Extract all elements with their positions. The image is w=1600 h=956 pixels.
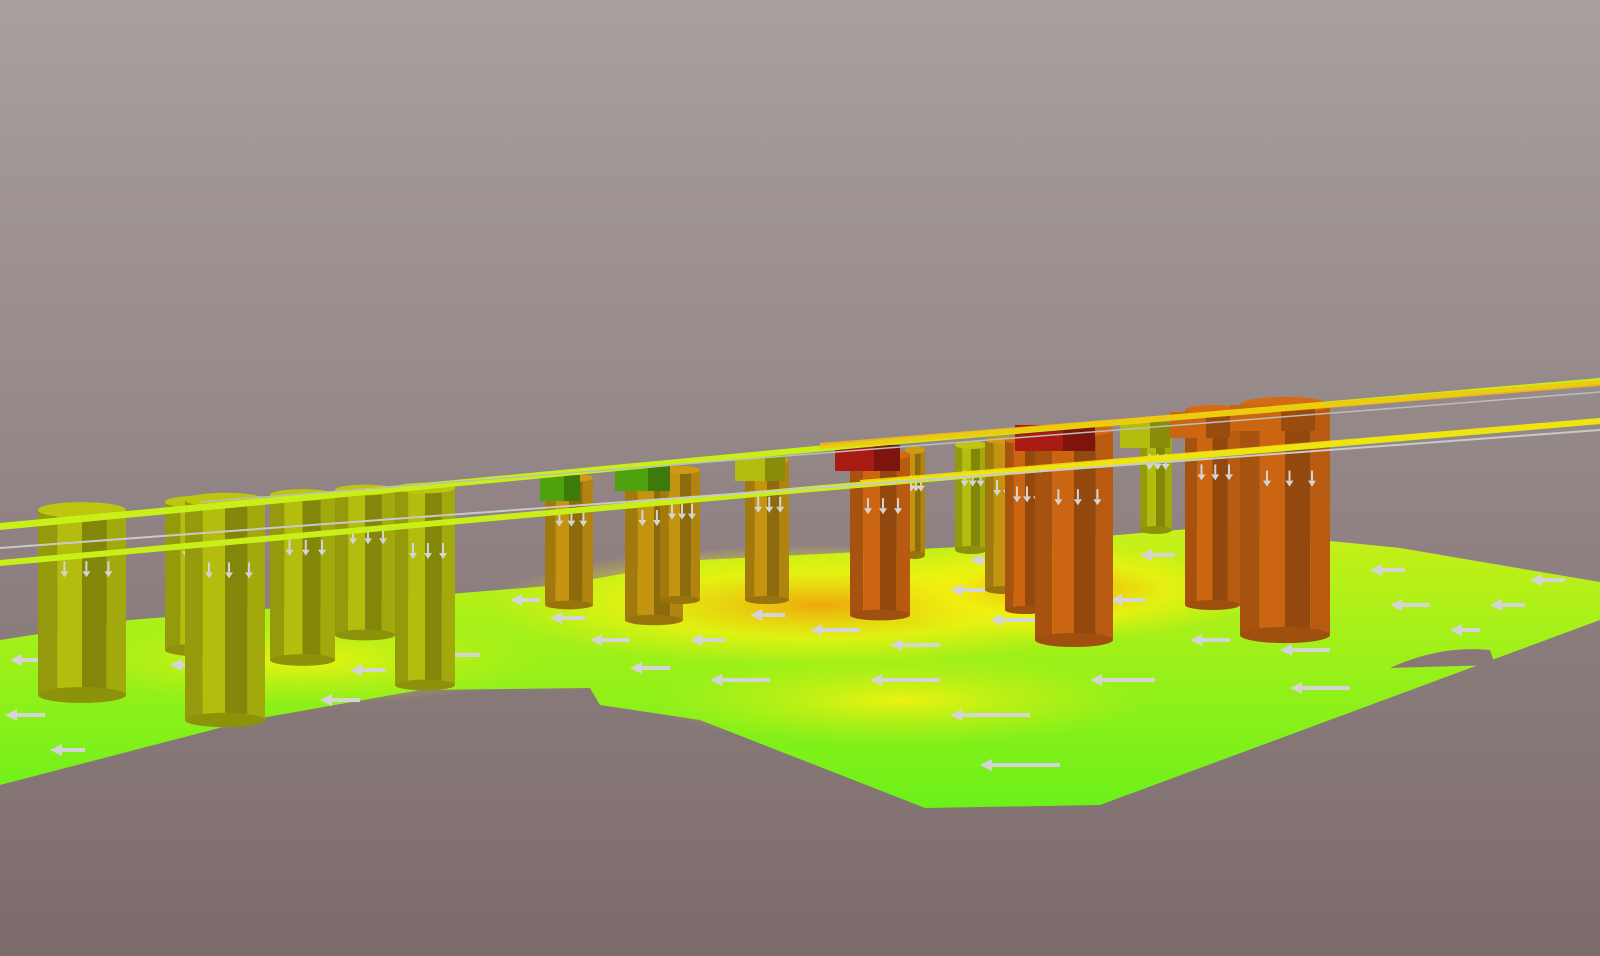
column-head	[540, 475, 580, 501]
column	[955, 441, 987, 554]
column	[335, 484, 395, 641]
3d-viewport[interactable]	[0, 0, 1600, 956]
background	[0, 0, 1600, 956]
column	[1240, 396, 1330, 644]
column	[395, 482, 455, 691]
column	[850, 449, 910, 621]
analysis-scene[interactable]	[0, 0, 1600, 956]
column	[1035, 422, 1113, 648]
column	[185, 492, 265, 728]
column	[38, 502, 126, 703]
column	[270, 489, 335, 666]
slab-warm-zone-front	[650, 655, 1150, 745]
